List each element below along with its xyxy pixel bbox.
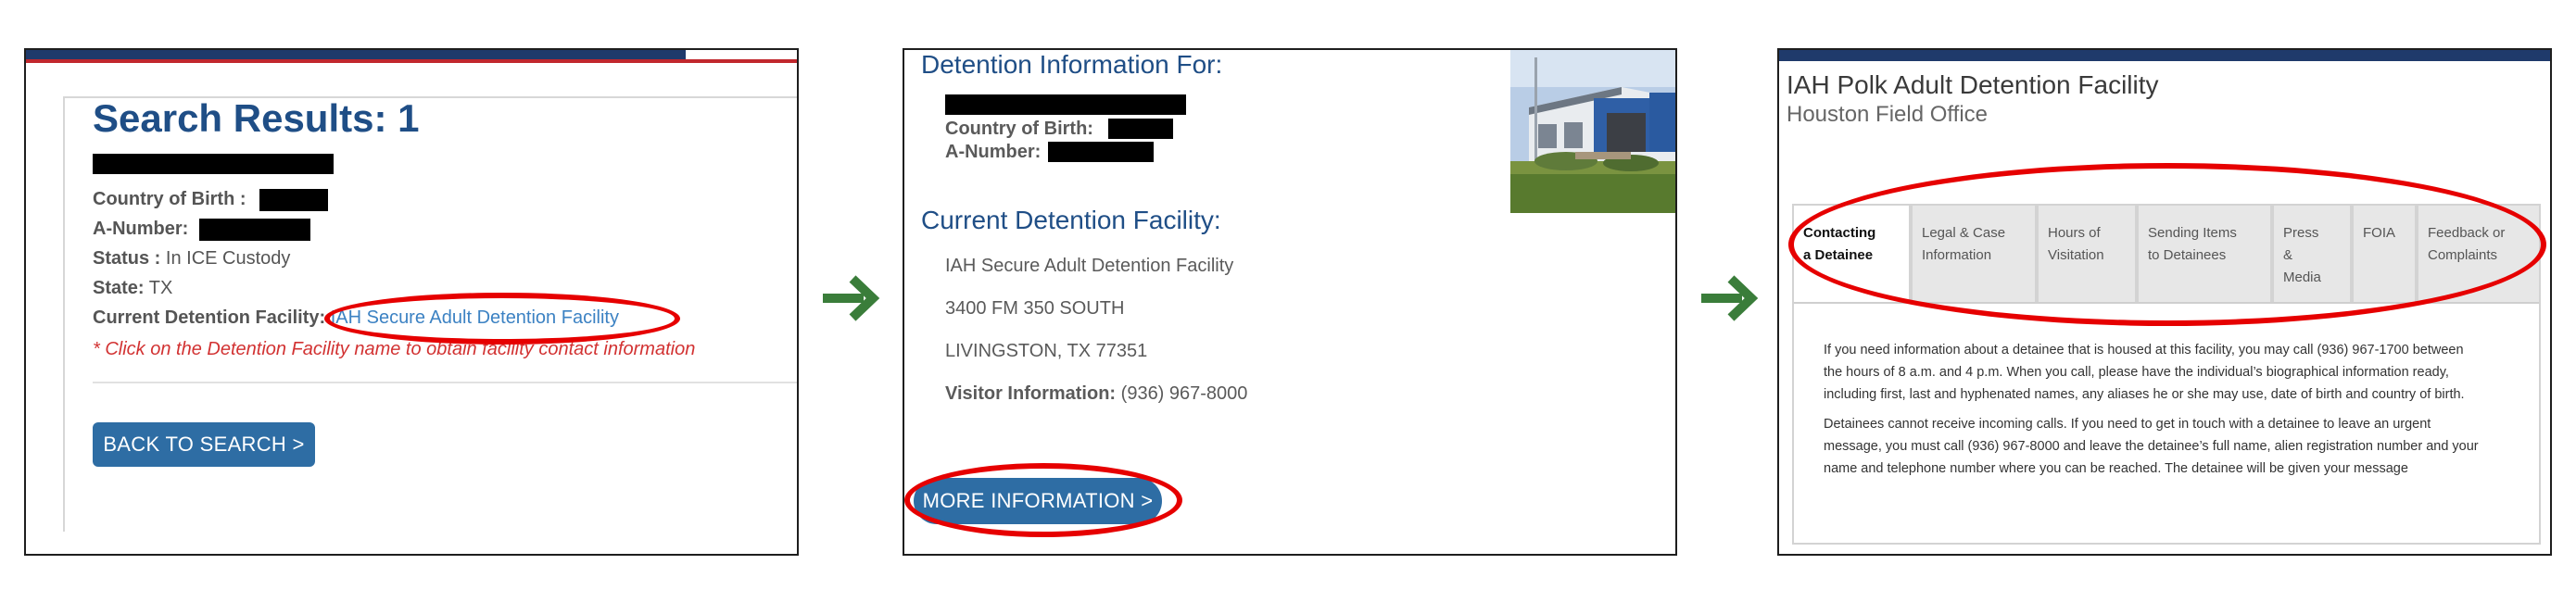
- facility-tabs: Contacting a Detainee Legal & Case Infor…: [1792, 204, 2541, 304]
- facility-note: * Click on the Detention Facility name t…: [93, 339, 696, 359]
- header-bar: [26, 50, 686, 59]
- contact-paragraph-1: If you need information about a detainee…: [1824, 343, 2465, 402]
- right-arrow-icon: [823, 275, 880, 321]
- tab-press-media[interactable]: Press & Media: [2272, 204, 2352, 302]
- right-arrow-icon: [1701, 275, 1759, 321]
- content-border-left: [63, 96, 65, 532]
- divider: [93, 382, 797, 383]
- redacted-name: [945, 94, 1186, 115]
- current-facility-heading: Current Detention Facility:: [921, 206, 1221, 234]
- tab-foia[interactable]: FOIA: [2352, 204, 2417, 302]
- country-label: Country of Birth :: [93, 189, 246, 209]
- facility-photo: [1510, 50, 1675, 213]
- address-line-2: LIVINGSTON, TX 77351: [945, 341, 1148, 361]
- visitor-phone: (936) 967-8000: [1120, 383, 1248, 404]
- redacted-country: [1108, 119, 1173, 139]
- results-title: Search Results: 1: [93, 96, 420, 140]
- redacted-country: [259, 189, 328, 211]
- redacted-anumber: [1048, 142, 1154, 162]
- state-value: TX: [148, 278, 173, 298]
- visitor-info-row: Visitor Information: (936) 967-8000: [945, 383, 1247, 405]
- facility-label: Current Detention Facility:: [93, 307, 326, 328]
- anumber-label: A-Number:: [945, 142, 1042, 162]
- state-row: State: TX: [93, 278, 172, 299]
- facility-link[interactable]: IAH Secure Adult Detention Facility: [331, 307, 619, 328]
- tab-legal-case-information[interactable]: Legal & Case Information: [1911, 204, 2037, 302]
- facility-row: Current Detention Facility: IAH Secure A…: [93, 307, 619, 329]
- status-value: In ICE Custody: [165, 248, 291, 269]
- detention-info-heading: Detention Information For:: [921, 50, 1223, 79]
- redacted-name: [93, 154, 334, 174]
- tab-contacting-detainee[interactable]: Contacting a Detainee: [1792, 204, 1911, 302]
- status-label: Status :: [93, 248, 161, 269]
- facility-title: IAH Polk Adult Detention Facility: [1787, 70, 2159, 99]
- more-information-button[interactable]: MORE INFORMATION >: [914, 478, 1162, 524]
- anumber-row: A-Number:: [93, 219, 188, 240]
- field-office: Houston Field Office: [1787, 102, 1988, 127]
- search-results-panel: Search Results: 1 Country of Birth : A-N…: [24, 48, 799, 556]
- back-to-search-button[interactable]: BACK TO SEARCH >: [93, 422, 315, 467]
- tab-hours-of-visitation[interactable]: Hours of Visitation: [2037, 204, 2137, 302]
- detention-info-panel: Detention Information For: Country of Bi…: [903, 48, 1677, 556]
- anumber-label: A-Number:: [93, 219, 189, 239]
- tab-sending-items[interactable]: Sending Items to Detainees: [2137, 204, 2272, 302]
- header-stripe: [26, 59, 797, 63]
- state-label: State:: [93, 278, 145, 298]
- tab-feedback-complaints[interactable]: Feedback or Complaints: [2417, 204, 2541, 302]
- country-row: Country of Birth :: [93, 189, 246, 210]
- redacted-anumber: [199, 219, 310, 241]
- country-label: Country of Birth:: [945, 119, 1093, 139]
- contact-paragraph-2: Detainees cannot receive incoming calls.…: [1824, 417, 2479, 476]
- status-row: Status : In ICE Custody: [93, 248, 290, 270]
- facility-page-panel: IAH Polk Adult Detention Facility Housto…: [1777, 48, 2552, 556]
- facility-name: IAH Secure Adult Detention Facility: [945, 256, 1234, 276]
- address-line-1: 3400 FM 350 SOUTH: [945, 298, 1125, 319]
- header-bar: [1779, 50, 2550, 61]
- visitor-label: Visitor Information:: [945, 383, 1117, 404]
